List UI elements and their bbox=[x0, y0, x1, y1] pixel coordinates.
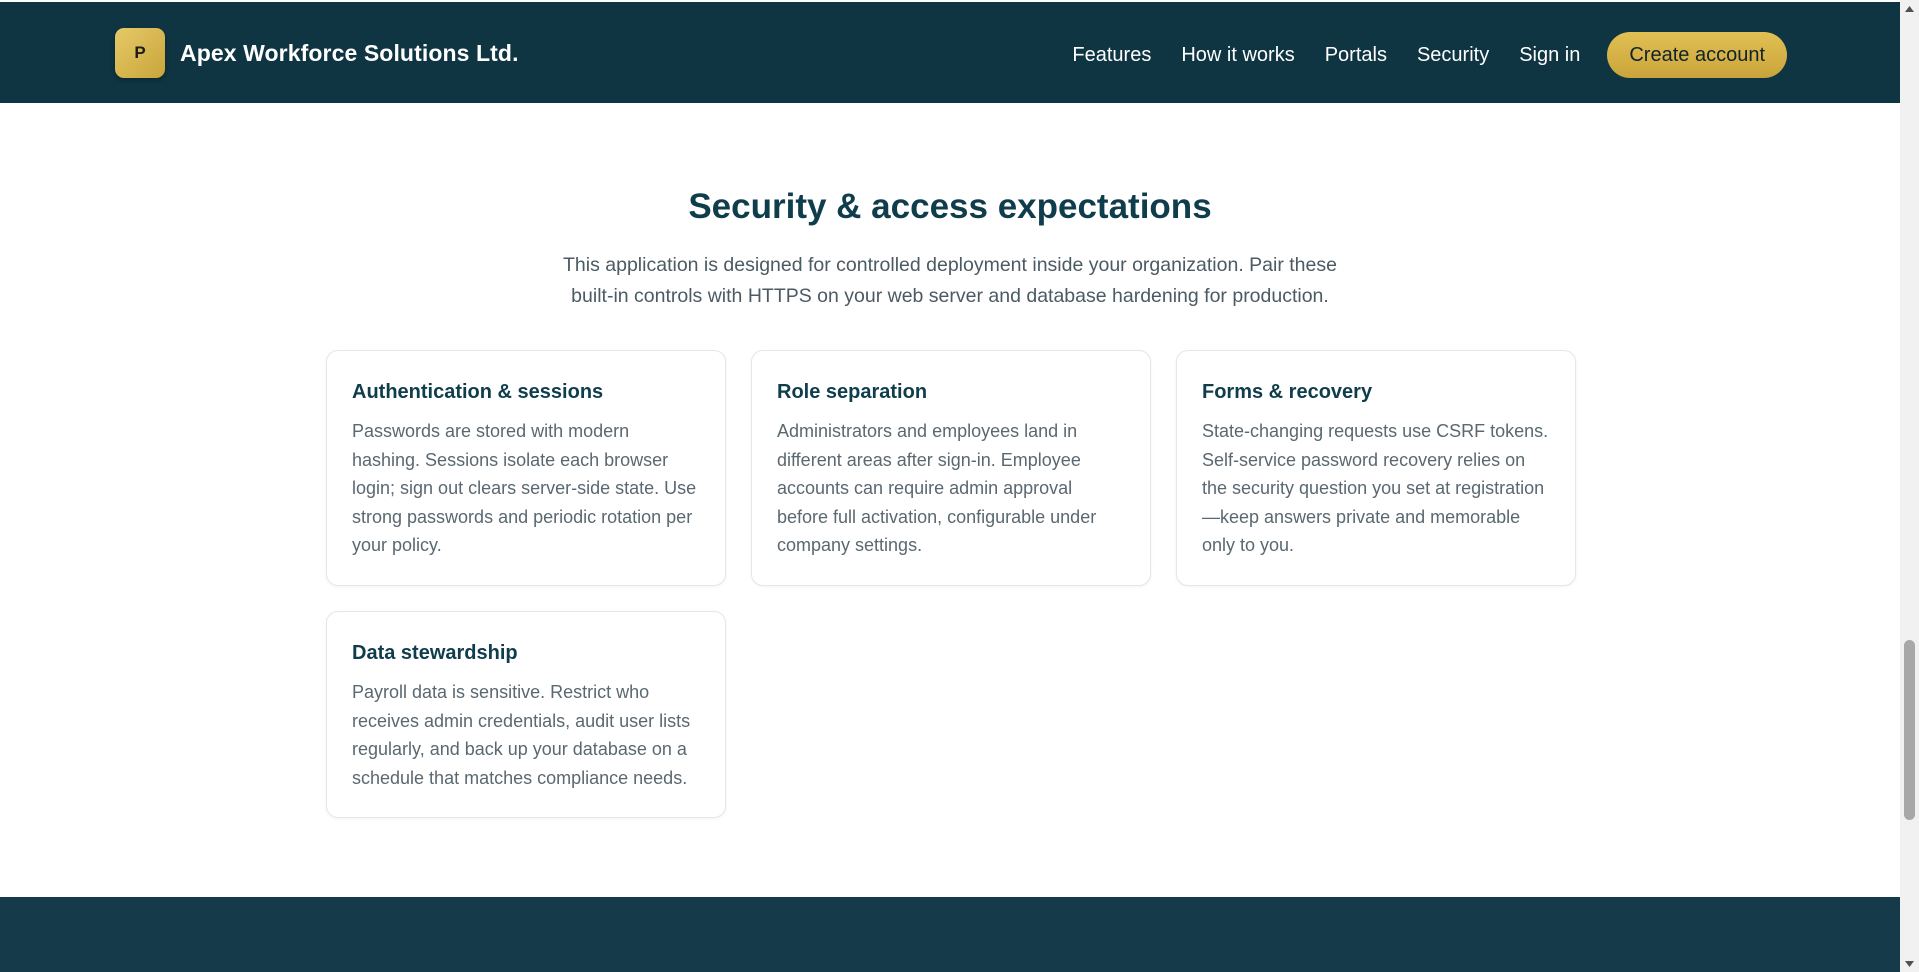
brand[interactable]: P Apex Workforce Solutions Ltd. bbox=[115, 28, 519, 78]
card-data-stewardship: Data stewardship Payroll data is sensiti… bbox=[326, 611, 726, 818]
card-authentication-sessions: Authentication & sessions Passwords are … bbox=[326, 350, 726, 586]
card-forms-recovery: Forms & recovery State-changing requests… bbox=[1176, 350, 1576, 586]
nav-link-how-it-works[interactable]: How it works bbox=[1181, 44, 1294, 67]
footer bbox=[0, 897, 1900, 972]
card-title: Role separation bbox=[777, 381, 928, 403]
scroll-up-arrow-icon[interactable] bbox=[1900, 0, 1919, 17]
card-title: Authentication & sessions bbox=[352, 381, 604, 403]
nav-link-portals[interactable]: Portals bbox=[1325, 44, 1387, 67]
section-title: Security & access expectations bbox=[688, 187, 1212, 226]
brand-name: Apex Workforce Solutions Ltd. bbox=[180, 39, 519, 66]
nav-link-sign-in[interactable]: Sign in bbox=[1519, 44, 1580, 67]
top-navigation-bar: P Apex Workforce Solutions Ltd. Features… bbox=[0, 2, 1900, 103]
card-body: Administrators and employees land in dif… bbox=[777, 421, 1097, 556]
card-body: State-changing requests use CSRF tokens.… bbox=[1202, 421, 1549, 556]
scroll-down-arrow-icon[interactable] bbox=[1900, 955, 1919, 972]
card-title: Forms & recovery bbox=[1202, 381, 1373, 403]
brand-logo: P bbox=[115, 28, 165, 78]
card-title: Data stewardship bbox=[352, 642, 518, 664]
section-subtitle: This application is designed for control… bbox=[563, 254, 1337, 307]
card-body: Payroll data is sensitive. Restrict who … bbox=[352, 682, 691, 788]
card-body: Passwords are stored with modern hashing… bbox=[352, 421, 697, 556]
nav-link-security[interactable]: Security bbox=[1417, 44, 1489, 67]
card-role-separation: Role separation Administrators and emplo… bbox=[751, 350, 1151, 586]
main-nav: Features How it works Portals Security S… bbox=[1042, 32, 1787, 78]
page-viewport: P Apex Workforce Solutions Ltd. Features… bbox=[0, 0, 1900, 972]
create-account-button[interactable]: Create account bbox=[1607, 32, 1787, 78]
nav-link-features[interactable]: Features bbox=[1072, 44, 1151, 67]
vertical-scrollbar[interactable] bbox=[1900, 0, 1919, 972]
scrollbar-thumb[interactable] bbox=[1904, 640, 1915, 820]
